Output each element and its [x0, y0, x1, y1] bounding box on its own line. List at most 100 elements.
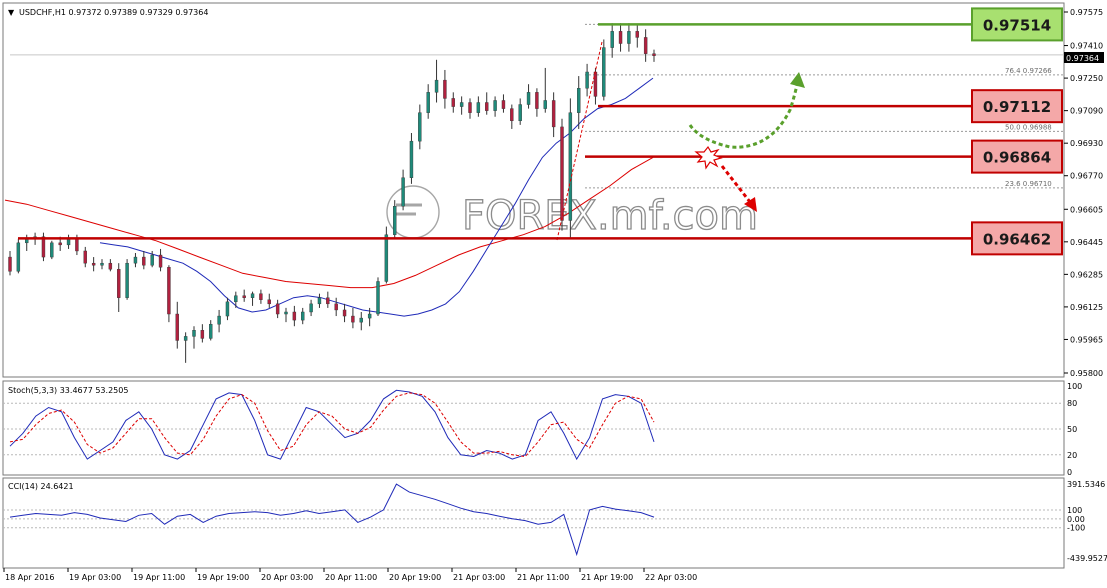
- candle-body: [459, 102, 464, 107]
- candle-body: [526, 92, 531, 105]
- time-tick-label: 19 Apr 19:00: [197, 573, 249, 582]
- level-label: 0.96864: [983, 149, 1051, 167]
- price-tick-label: 0.97410: [1070, 42, 1103, 51]
- price-tick-label: 0.96930: [1070, 139, 1103, 148]
- candle-body: [50, 242, 54, 258]
- candle-body: [643, 37, 648, 54]
- candle-body: [518, 104, 522, 122]
- candle-body: [418, 112, 422, 142]
- time-tick-label: 21 Apr 03:00: [453, 573, 505, 582]
- candle-body: [493, 100, 497, 111]
- fib-label: 50.0 0.96988: [1005, 123, 1052, 131]
- cci-tick-label: -439.9527: [1067, 554, 1107, 563]
- candle-body: [376, 281, 380, 315]
- candle-body: [627, 31, 631, 44]
- candle-body: [535, 92, 539, 109]
- candle-body: [125, 262, 129, 298]
- candle-body: [16, 242, 21, 272]
- candle-body: [510, 108, 514, 122]
- candle-body: [108, 262, 113, 270]
- level-label: 0.97514: [983, 16, 1051, 34]
- time-tick-label: 20 Apr 03:00: [261, 573, 313, 582]
- candle-body: [434, 79, 439, 93]
- time-tick-label: 19 Apr 03:00: [69, 573, 121, 582]
- main-panel-frame: [2, 2, 1065, 378]
- candle-body: [635, 31, 639, 38]
- candle-body: [275, 303, 280, 315]
- candle-body: [577, 88, 581, 113]
- candle-body: [175, 313, 179, 341]
- candle-body: [568, 112, 573, 221]
- candle-body: [652, 53, 656, 56]
- candle-body: [83, 250, 87, 264]
- cci-label: CCI(14) 24.6421: [8, 482, 74, 491]
- price-tick-label: 0.96770: [1070, 172, 1103, 181]
- candle-body: [401, 177, 405, 207]
- fib-label: 76.4 0.97266: [1005, 67, 1052, 75]
- stoch-tick-label: 20: [1067, 451, 1077, 460]
- time-axis: 18 Apr 2016 19 Apr 03:00 19 Apr 11:00 19 Ap…: [3, 568, 697, 582]
- candle-body: [142, 256, 146, 266]
- candle-body: [560, 126, 564, 221]
- time-tick-label: 22 Apr 03:00: [645, 573, 697, 582]
- current-price-label: 0.97364: [1066, 54, 1099, 63]
- candle-body: [326, 297, 330, 305]
- time-tick-label: 20 Apr 11:00: [325, 573, 377, 582]
- time-tick-label: 21 Apr 19:00: [581, 573, 633, 582]
- candle-body: [284, 311, 288, 315]
- stoch-tick-label: 80: [1067, 399, 1077, 408]
- candle-body: [225, 301, 230, 317]
- candle-body: [334, 303, 338, 311]
- candle-body: [602, 47, 606, 97]
- candle-body: [359, 317, 363, 323]
- candle-body: [117, 269, 121, 298]
- candle-body: [485, 102, 489, 111]
- candle-body: [351, 315, 355, 323]
- price-tick-label: 0.95800: [1070, 369, 1103, 378]
- stoch-panel-frame: [2, 380, 1065, 476]
- candle-body: [100, 262, 104, 266]
- candle-body: [8, 256, 12, 272]
- candle-body: [250, 293, 255, 298]
- candle-body: [610, 31, 614, 48]
- candle-body: [234, 295, 238, 303]
- cci-tick-label: 391.5346: [1067, 480, 1105, 489]
- price-tick-label: 0.96125: [1070, 303, 1103, 312]
- candle-body: [200, 330, 205, 339]
- candle-body: [242, 295, 246, 298]
- chart-canvas: FOREX.mf.com 76.4 0.97266 50.0 0.96988 23.…: [2, 2, 1107, 582]
- candle-body: [317, 297, 322, 305]
- candle-body: [192, 330, 196, 337]
- level-label: 0.96462: [983, 230, 1051, 248]
- price-axis: 0.97575 0.97410 0.97250 0.97090 0.96930 0.967…: [1064, 8, 1103, 378]
- candle-body: [426, 92, 430, 113]
- candle-body: [551, 100, 556, 128]
- candle-body: [384, 234, 389, 282]
- candle-body: [443, 79, 447, 99]
- candle-body: [342, 309, 347, 317]
- candle-body: [167, 267, 171, 315]
- time-tick-label: 19 Apr 11:00: [133, 573, 185, 582]
- candle-body: [301, 311, 305, 321]
- price-tick-label: 0.96605: [1070, 205, 1103, 214]
- cci-tick-label: -100: [1067, 524, 1085, 533]
- stoch-label: Stoch(5,3,3) 33.4677 53.2505: [8, 386, 128, 395]
- stoch-tick-label: 0: [1067, 468, 1072, 477]
- candle-body: [66, 238, 71, 246]
- candle-body: [451, 98, 455, 107]
- candle-body: [217, 315, 221, 325]
- fib-label: 23.6 0.96710: [1005, 180, 1052, 188]
- stoch-tick-label: 50: [1067, 425, 1077, 434]
- candle-body: [150, 254, 154, 266]
- candle-body: [259, 293, 263, 300]
- candle-body: [468, 102, 472, 113]
- candle-body: [476, 102, 481, 113]
- time-tick-label: 18 Apr 2016: [5, 573, 54, 582]
- chart-header-icon: ▼: [8, 8, 15, 17]
- price-tick-label: 0.96445: [1070, 238, 1103, 247]
- candle-body: [58, 242, 62, 246]
- candle-body: [183, 336, 188, 341]
- candle-body: [267, 299, 271, 305]
- price-tick-label: 0.97250: [1070, 74, 1103, 83]
- candle-body: [585, 71, 589, 89]
